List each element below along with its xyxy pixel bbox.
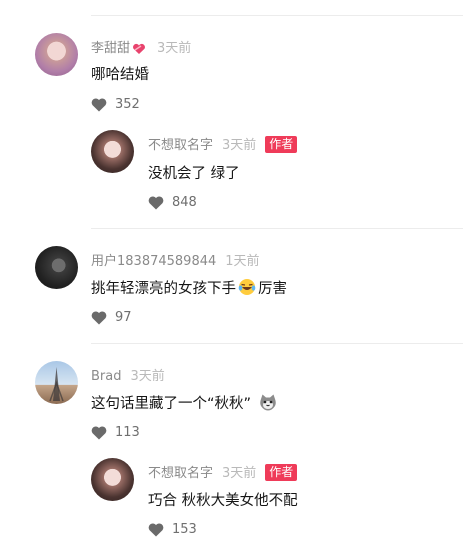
- reply-text: 没机会了 绿了: [148, 166, 240, 182]
- username[interactable]: 用户183874589844: [91, 254, 216, 269]
- avatar[interactable]: [35, 361, 78, 404]
- comment-text: 挑年轻漂亮的女孩下手 厉害: [91, 277, 287, 300]
- cat-face-emoji: [259, 394, 277, 415]
- comment-meta: 用户183874589844 1天前: [91, 250, 260, 269]
- comment-text-part: 挑年轻漂亮的女孩下手: [91, 281, 236, 297]
- username[interactable]: 不想取名字: [148, 138, 213, 153]
- heart-icon: [148, 523, 164, 537]
- comment-text: 这句话里藏了一个“秋秋”: [91, 392, 279, 415]
- timestamp: 3天前: [222, 466, 257, 481]
- heart-ribbon-icon: [132, 43, 146, 59]
- comment-divider: [91, 343, 463, 344]
- timestamp: 3天前: [157, 41, 192, 56]
- author-badge: 作者: [265, 464, 298, 481]
- like-button[interactable]: 848: [148, 195, 197, 210]
- comment-divider: [91, 228, 463, 229]
- avatar[interactable]: [35, 33, 78, 76]
- like-count: 848: [172, 195, 197, 210]
- timestamp: 1天前: [225, 254, 260, 269]
- avatar[interactable]: [91, 130, 134, 173]
- reply-text: 巧合 秋秋大美女他不配: [148, 493, 298, 509]
- like-count: 97: [115, 310, 132, 325]
- like-count: 352: [115, 97, 140, 112]
- author-badge: 作者: [265, 136, 298, 153]
- username[interactable]: 不想取名字: [148, 466, 213, 481]
- avatar[interactable]: [35, 246, 78, 289]
- comment-text-part: 厉害: [258, 281, 287, 297]
- timestamp: 3天前: [130, 369, 165, 384]
- heart-icon: [91, 98, 107, 112]
- timestamp: 3天前: [222, 138, 257, 153]
- reply-meta: 不想取名字 3天前 作者: [148, 462, 298, 481]
- avatar[interactable]: [91, 458, 134, 501]
- like-count: 113: [115, 425, 140, 440]
- top-divider: [91, 15, 463, 16]
- heart-icon: [91, 311, 107, 325]
- username[interactable]: 李甜甜: [91, 41, 130, 56]
- like-button[interactable]: 153: [148, 522, 197, 537]
- laughing-tears-emoji: [238, 278, 256, 300]
- like-count: 153: [172, 522, 197, 537]
- reply-meta: 不想取名字 3天前 作者: [148, 134, 298, 153]
- username[interactable]: Brad: [91, 369, 121, 384]
- comment-meta: Brad 3天前: [91, 365, 165, 384]
- like-button[interactable]: 97: [91, 310, 132, 325]
- like-button[interactable]: 352: [91, 97, 140, 112]
- like-button[interactable]: 113: [91, 425, 140, 440]
- heart-icon: [91, 426, 107, 440]
- comment-text: 哪哈结婚: [91, 67, 149, 83]
- heart-icon: [148, 196, 164, 210]
- comment-meta: 李甜甜 3天前: [91, 37, 191, 59]
- comment-text-part: 这句话里藏了一个“秋秋”: [91, 396, 252, 412]
- eiffel-tower-icon: [49, 367, 64, 402]
